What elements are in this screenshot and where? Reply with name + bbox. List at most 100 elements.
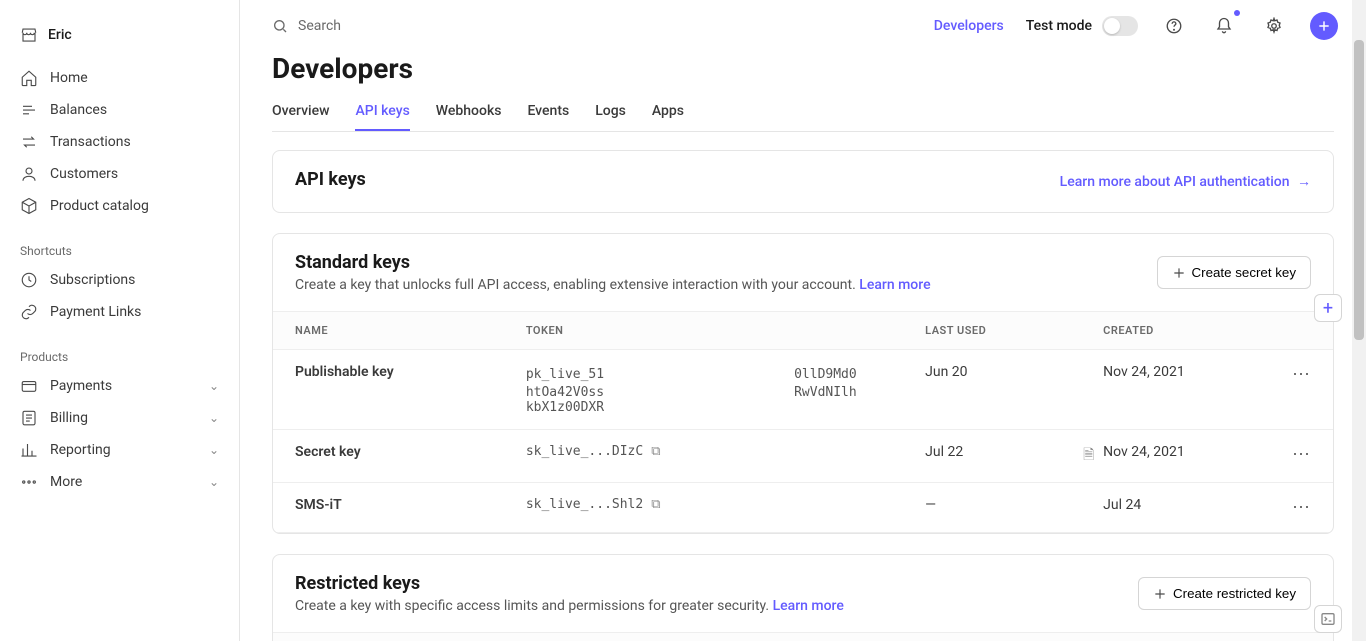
- sidebar-item-home[interactable]: Home: [12, 62, 227, 94]
- sidebar-item-billing[interactable]: Billing ⌄: [12, 402, 227, 434]
- key-token[interactable]: sk_live_...Shl2⧉: [504, 483, 903, 533]
- sidebar-item-subscriptions[interactable]: Subscriptions: [12, 264, 227, 296]
- row-actions-button[interactable]: ⋯: [1292, 364, 1311, 385]
- create-restricted-key-button[interactable]: Create restricted key: [1138, 577, 1311, 610]
- restricted-keys-title: Restricted keys: [295, 573, 844, 594]
- balances-icon: [20, 101, 38, 119]
- key-created: 🗎Nov 24, 2021: [1081, 430, 1270, 483]
- key-name: Secret key: [273, 430, 504, 483]
- sidebar-item-reporting[interactable]: Reporting ⌄: [12, 434, 227, 466]
- topbar: Search Developers Test mode: [240, 0, 1366, 52]
- account-switcher[interactable]: Eric: [12, 18, 227, 62]
- scrollbar-track[interactable]: [1352, 0, 1366, 641]
- link-icon: [20, 303, 38, 321]
- search-placeholder: Search: [298, 18, 341, 34]
- terminal-icon: [1320, 611, 1336, 627]
- sidebar-item-customers[interactable]: Customers: [12, 158, 227, 190]
- tabs: Overview API keys Webhooks Events Logs A…: [272, 93, 1334, 132]
- copy-icon[interactable]: ⧉: [651, 444, 660, 459]
- test-mode-toggle-group: Test mode: [1026, 16, 1138, 36]
- sidebar-item-product-catalog[interactable]: Product catalog: [12, 190, 227, 222]
- key-token[interactable]: sk_live_...DIzC⧉: [504, 430, 903, 483]
- restricted-keys-desc: Create a key with specific access limits…: [295, 598, 844, 614]
- standard-keys-desc: Create a key that unlocks full API acces…: [295, 277, 931, 293]
- copy-icon[interactable]: ⧉: [651, 497, 660, 512]
- table-row: SMS-iTsk_live_...Shl2⧉—Jul 24⋯: [273, 483, 1333, 533]
- floating-add-button[interactable]: +: [1314, 294, 1342, 322]
- chevron-down-icon: ⌄: [209, 475, 219, 489]
- customers-icon: [20, 165, 38, 183]
- content: Developers Overview API keys Webhooks Ev…: [240, 52, 1366, 641]
- test-mode-toggle[interactable]: [1102, 16, 1138, 36]
- more-icon: [20, 473, 38, 491]
- page-title: Developers: [272, 52, 1334, 85]
- plus-icon: [1153, 587, 1167, 601]
- create-button[interactable]: [1310, 12, 1338, 40]
- standard-keys-card: Standard keys Create a key that unlocks …: [272, 233, 1334, 534]
- scrollbar-thumb[interactable]: [1354, 40, 1364, 340]
- button-label: Create secret key: [1192, 265, 1296, 280]
- plus-icon: [1172, 266, 1186, 280]
- search-input[interactable]: Search: [272, 18, 912, 34]
- nav-products: Products Payments ⌄ Billing ⌄ Reporting …: [12, 342, 227, 498]
- sidebar-item-balances[interactable]: Balances: [12, 94, 227, 126]
- learn-more-text: Learn more about API authentication: [1060, 174, 1290, 190]
- shortcuts-heading: Shortcuts: [12, 236, 227, 264]
- nav-label: Customers: [50, 166, 219, 182]
- developers-link[interactable]: Developers: [934, 18, 1004, 34]
- nav-label: Home: [50, 70, 219, 86]
- home-icon: [20, 69, 38, 87]
- sidebar-item-more[interactable]: More ⌄: [12, 466, 227, 498]
- arrow-right-icon: →: [1297, 174, 1311, 190]
- standard-keys-title: Standard keys: [295, 252, 931, 273]
- restricted-keys-learn-more-link[interactable]: Learn more: [773, 598, 844, 614]
- reporting-icon: [20, 441, 38, 459]
- product-catalog-icon: [20, 197, 38, 215]
- col-name: NAME: [273, 633, 909, 641]
- tab-events[interactable]: Events: [527, 93, 569, 131]
- floating-terminal-button[interactable]: [1314, 605, 1342, 633]
- restricted-keys-table: NAME TOKEN LAST USED CREATED No restrict…: [273, 632, 1333, 641]
- note-icon[interactable]: 🗎: [1083, 444, 1094, 468]
- tab-api-keys[interactable]: API keys: [355, 93, 409, 131]
- key-last-used: —: [903, 483, 1081, 533]
- settings-button[interactable]: [1260, 12, 1288, 40]
- sidebar-item-payment-links[interactable]: Payment Links: [12, 296, 227, 328]
- key-created: Nov 24, 2021: [1081, 350, 1270, 430]
- nav-shortcuts: Shortcuts Subscriptions Payment Links: [12, 236, 227, 328]
- button-label: Create restricted key: [1173, 586, 1296, 601]
- learn-more-authentication-link[interactable]: Learn more about API authentication →: [1060, 173, 1311, 190]
- chevron-down-icon: ⌄: [209, 443, 219, 457]
- nav-label: More: [50, 474, 197, 490]
- tab-overview[interactable]: Overview: [272, 93, 329, 131]
- clock-icon: [20, 271, 38, 289]
- help-icon: [1165, 17, 1183, 35]
- row-actions-button[interactable]: ⋯: [1292, 497, 1311, 518]
- table-row: Secret keysk_live_...DIzC⧉Jul 22🗎Nov 24,…: [273, 430, 1333, 483]
- col-last-used: LAST USED: [1032, 633, 1190, 641]
- key-token[interactable]: pk_live_510llD9Md0htOa42V0ssRwVdNIlhkbX1…: [504, 350, 903, 430]
- products-heading: Products: [12, 342, 227, 370]
- tab-logs[interactable]: Logs: [595, 93, 626, 131]
- tab-webhooks[interactable]: Webhooks: [436, 93, 502, 131]
- nav-label: Balances: [50, 102, 219, 118]
- nav-label: Billing: [50, 410, 197, 426]
- row-actions-button[interactable]: ⋯: [1292, 444, 1311, 465]
- notifications-button[interactable]: [1210, 12, 1238, 40]
- sidebar-item-payments[interactable]: Payments ⌄: [12, 370, 227, 402]
- payments-icon: [20, 377, 38, 395]
- nav-label: Payment Links: [50, 304, 219, 320]
- key-name: SMS-iT: [273, 483, 504, 533]
- standard-keys-learn-more-link[interactable]: Learn more: [859, 277, 930, 293]
- nav-main: Home Balances Transactions Customers Pro…: [12, 62, 227, 222]
- nav-label: Product catalog: [50, 198, 219, 214]
- create-secret-key-button[interactable]: Create secret key: [1157, 256, 1311, 289]
- help-button[interactable]: [1160, 12, 1188, 40]
- account-name: Eric: [48, 27, 72, 43]
- bell-icon: [1215, 17, 1233, 35]
- tab-apps[interactable]: Apps: [652, 93, 684, 131]
- api-keys-banner: API keys Learn more about API authentica…: [272, 150, 1334, 213]
- sidebar-item-transactions[interactable]: Transactions: [12, 126, 227, 158]
- billing-icon: [20, 409, 38, 427]
- api-keys-title: API keys: [295, 169, 366, 190]
